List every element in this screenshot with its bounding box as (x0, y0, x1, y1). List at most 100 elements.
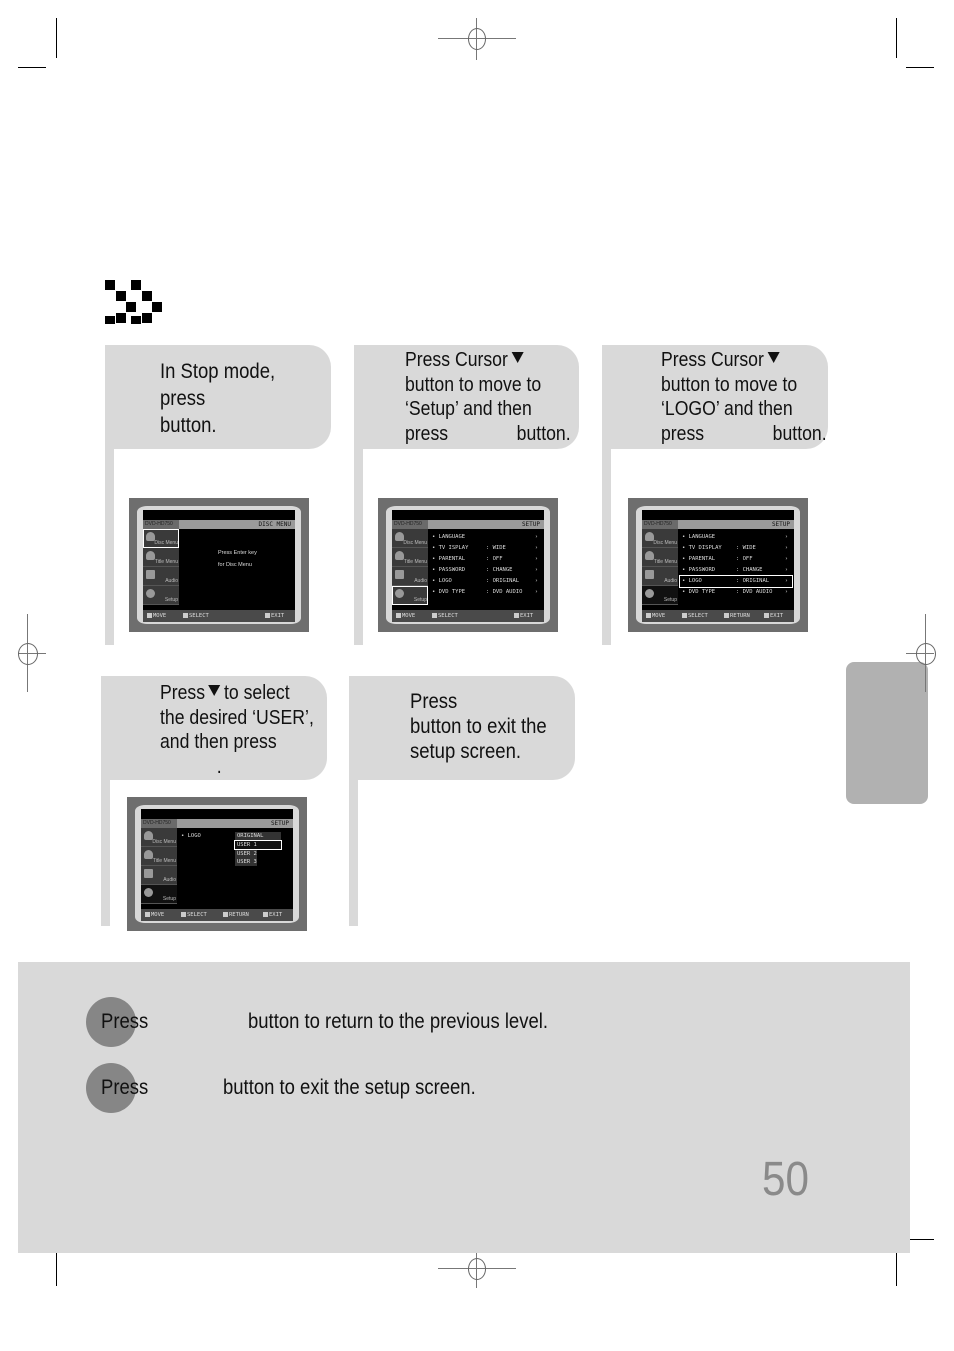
crop-mark (906, 1239, 934, 1240)
sidebar-item-setup: Setup (642, 586, 678, 605)
menu-row: • PASSWORD: CHANGE › (682, 567, 788, 573)
sidebar-item-setup: Setup (392, 586, 428, 605)
menu-row: • PASSWORD: CHANGE › (432, 567, 538, 573)
screen-title: SETUP (270, 820, 289, 827)
note-item: Press button to exit the setup screen. (18, 1063, 910, 1113)
title-icon (146, 551, 155, 560)
option-user-3: USER 3 (235, 858, 257, 866)
screen-message-line: Press Enter key (218, 550, 257, 556)
logo-options: • LOGO ORIGINAL USER 1 USER 2 USER 3 (179, 831, 291, 905)
tv-screen-disc-menu: DVD-HD750 DISC MENU Disc Menu Title Menu … (129, 498, 309, 632)
sidebar-item-setup: Setup (141, 885, 177, 904)
step-5-instruction: Press button to exit the setup screen. (410, 689, 547, 763)
menu-row: • PARENTAL: OFF › (432, 556, 538, 562)
sidebar-item-audio: Audio (642, 567, 678, 586)
option-user-1: USER 1 (234, 840, 282, 850)
option-original: ORIGINAL (235, 832, 281, 840)
screen-footer: MOVE SELECT EXIT (143, 610, 295, 622)
step-rail (354, 449, 363, 645)
menu-row: • TV ISPLAY: WIDE › (432, 545, 538, 551)
screen-brand: DVD-HD750 (143, 520, 179, 529)
gear-icon (146, 589, 155, 598)
sidebar-item-audio: Audio (141, 866, 177, 885)
step-4-instruction: Press to select the desired ‘USER’, and the… (160, 681, 314, 778)
notes-panel: Press button to return to the previous l… (18, 962, 910, 1253)
tv-screen-setup: DVD-HD750 SETUP Disc Menu Title Menu Audi… (378, 498, 558, 632)
down-triangle-icon (511, 352, 524, 363)
crop-mark (56, 1249, 57, 1286)
sidebar-item-title-menu: Title Menu (392, 548, 428, 567)
setup-menu: • LANGUAGE › • TV DISPLAY: WIDE › • PARENT… (679, 532, 793, 606)
step-1-instruction: In Stop mode, press button. (160, 359, 276, 437)
gear-icon (645, 589, 654, 598)
sidebar-item-title-menu: Title Menu (143, 548, 179, 567)
screen-footer: MOVE SELECT RETURN EXIT (642, 610, 794, 622)
screen-footer: MOVE SELECT RETURN EXIT (141, 909, 293, 921)
sidebar-item-disc-menu: Disc Menu (141, 828, 177, 847)
step-rail (602, 449, 611, 645)
note-item: Press button to return to the previous l… (18, 997, 910, 1047)
screen-title: SETUP (771, 521, 790, 528)
screen-sidebar: Disc Menu Title Menu Audio Setup (141, 828, 177, 905)
registration-mark-bottom (438, 1248, 516, 1288)
gear-icon (144, 888, 153, 897)
screen-sidebar: Disc Menu Title Menu Audio Setup (642, 529, 678, 606)
sidebar-item-title-menu: Title Menu (141, 847, 177, 866)
note-text: button to exit the setup screen. (223, 1076, 476, 1099)
down-triangle-icon (767, 352, 780, 363)
tv-screen-setup-logo: DVD-HD750 SETUP Disc Menu Title Menu Audi… (628, 498, 808, 632)
note-text: button to return to the previous level. (248, 1010, 548, 1033)
crop-mark (896, 1249, 897, 1286)
speaker-icon (146, 570, 155, 579)
menu-row-selected: • LOGO: ORIGINAL › (679, 575, 793, 588)
title-icon (144, 850, 153, 859)
crop-mark (906, 67, 934, 68)
registration-mark-left (18, 614, 48, 692)
screen-message-line: for Disc Menu (218, 562, 252, 568)
screen-brand: DVD-HD750 (392, 520, 428, 529)
page-number: 50 (762, 1153, 809, 1206)
step-2-instruction: Press Cursor button to move to ‘Setup’ and… (405, 348, 571, 445)
screen-footer: MOVE SELECT EXIT (392, 610, 544, 622)
title-icon (395, 551, 404, 560)
step-rail (105, 449, 114, 645)
setup-menu: • LANGUAGE › • TV ISPLAY: WIDE › • PARENTA… (430, 532, 542, 606)
registration-mark-top (438, 18, 516, 60)
sidebar-item-setup: Setup (143, 586, 179, 605)
double-chevron-right-icon (105, 280, 162, 326)
option-user-2: USER 2 (235, 850, 257, 858)
tv-screen-logo-options: DVD-HD750 SETUP Disc Menu Title Menu Audi… (127, 797, 307, 931)
note-press-label: Press (101, 1076, 149, 1099)
menu-row: • LOGO: ORIGINAL › (432, 578, 538, 584)
speaker-icon (144, 869, 153, 878)
menu-row: • LANGUAGE › (432, 534, 538, 540)
step-3-instruction: Press Cursor button to move to ‘LOGO’ and … (661, 348, 827, 445)
screen-title: DISC MENU (258, 521, 291, 528)
step-rail (101, 780, 110, 926)
screen-sidebar: Disc Menu Title Menu Audio Setup (143, 529, 179, 606)
sidebar-item-audio: Audio (392, 567, 428, 586)
screen-brand: DVD-HD750 (141, 819, 177, 828)
down-triangle-icon (208, 685, 221, 696)
crop-mark (896, 18, 897, 58)
step-rail (349, 780, 358, 926)
screen-sidebar: Disc Menu Title Menu Audio Setup (392, 529, 428, 606)
screen-title: SETUP (521, 521, 540, 528)
crop-mark (18, 67, 46, 68)
screen-brand: DVD-HD750 (642, 520, 678, 529)
menu-row: • DVD TYPE: DVD AUDIO › (682, 589, 788, 595)
sidebar-item-disc-menu: Disc Menu (392, 529, 428, 548)
step-5: Press button to exit the setup screen. (349, 676, 575, 926)
menu-row: • PARENTAL: OFF › (682, 556, 788, 562)
gear-icon (395, 589, 404, 598)
sidebar-item-disc-menu: Disc Menu (143, 529, 179, 548)
speaker-icon (395, 570, 404, 579)
note-press-label: Press (101, 1010, 149, 1033)
sidebar-item-title-menu: Title Menu (642, 548, 678, 567)
menu-row: • DVD TYPE: DVD AUDIO › (432, 589, 538, 595)
sidebar-item-disc-menu: Disc Menu (642, 529, 678, 548)
menu-row: • LANGUAGE › (682, 534, 788, 540)
title-icon (645, 551, 654, 560)
registration-mark-right (906, 614, 936, 692)
menu-row: • TV DISPLAY: WIDE › (682, 545, 788, 551)
